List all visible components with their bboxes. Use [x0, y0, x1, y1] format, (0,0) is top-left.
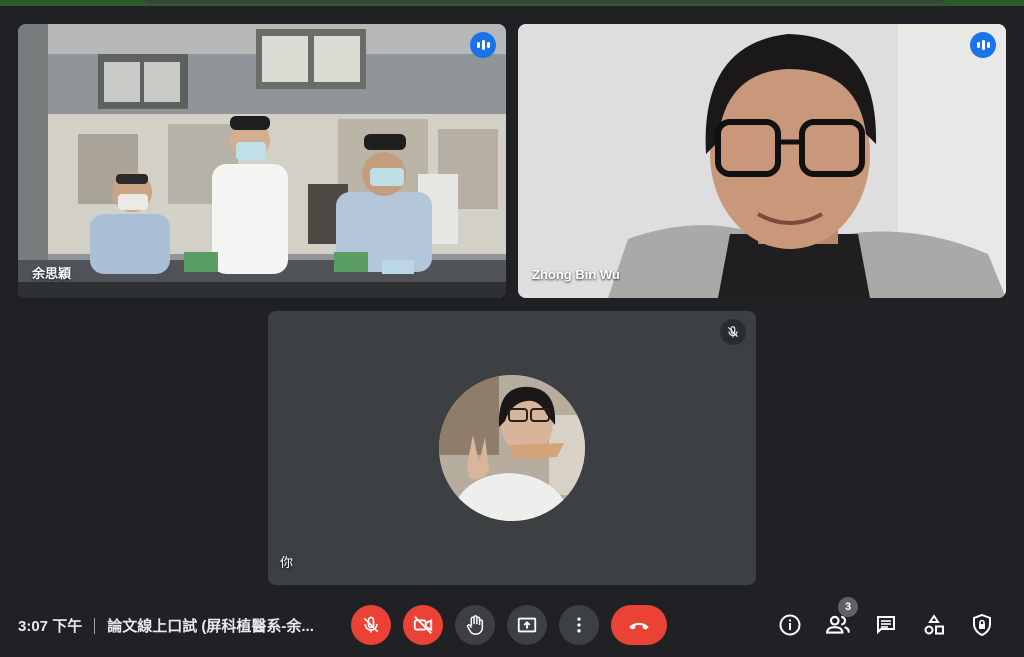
meeting-time: 3:07 下午 [18, 618, 83, 635]
participant-name: 余思穎 [32, 266, 72, 281]
mic-off-icon [363, 616, 379, 633]
camera-off-icon [413, 616, 433, 634]
top-bar-handle [145, 0, 945, 3]
chat-button[interactable] [870, 609, 902, 641]
meeting-title[interactable]: 論文線上口試 (屏科植醫系-余... [107, 615, 314, 636]
present-screen-icon [517, 617, 537, 633]
video-feed-1 [18, 24, 506, 298]
participant-tile-2[interactable]: Zhong Bin Wu [518, 24, 1006, 298]
chat-icon [877, 616, 895, 635]
more-vert-icon [577, 617, 581, 633]
speaking-indicator-icon [470, 32, 496, 58]
mic-toggle-button[interactable] [351, 605, 391, 645]
top-bar [0, 0, 1024, 6]
divider [94, 617, 96, 634]
self-tile[interactable]: 你 [268, 311, 756, 585]
camera-toggle-button[interactable] [403, 605, 443, 645]
mic-off-icon [720, 319, 746, 345]
info-icon [779, 614, 801, 636]
participant-name: 你 [280, 555, 294, 570]
leave-call-button[interactable] [611, 605, 667, 645]
avatar [439, 375, 585, 521]
present-now-button[interactable] [507, 605, 547, 645]
call-end-icon [629, 622, 649, 630]
speaking-indicator-icon [970, 32, 996, 58]
more-options-button[interactable] [559, 605, 599, 645]
activities-icon [924, 614, 944, 635]
host-controls-icon [973, 613, 991, 637]
video-feed-2 [518, 24, 1006, 298]
meeting-info: 3:07 下午 論文線上口試 (屏科植醫系-余... [18, 615, 314, 636]
activities-button[interactable] [918, 609, 950, 641]
hand-icon [466, 615, 484, 635]
raise-hand-button[interactable] [455, 605, 495, 645]
participant-count-badge: 3 [838, 597, 858, 617]
host-controls-button[interactable] [966, 609, 998, 641]
control-bar: 3:07 下午 論文線上口試 (屏科植醫系-余... 3 [0, 595, 1024, 657]
meeting-details-button[interactable] [774, 609, 806, 641]
participant-tile-1[interactable]: 余思穎 [18, 24, 506, 298]
participant-name: Zhong Bin Wu [532, 267, 620, 282]
